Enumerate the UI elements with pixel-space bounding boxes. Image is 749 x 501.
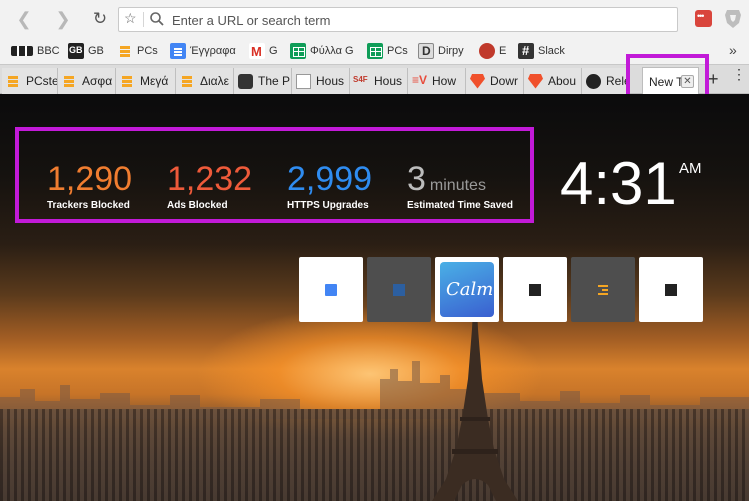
time-saved-value: 3 — [407, 160, 426, 198]
bookmarks-overflow-button[interactable]: » — [729, 42, 737, 58]
new-tab-button[interactable]: + — [708, 69, 719, 90]
page-icon — [296, 73, 311, 89]
pcs-icon — [180, 74, 195, 89]
pcs-icon — [117, 43, 133, 59]
pcs-icon — [120, 74, 135, 89]
bookmark-slack[interactable]: Slack — [518, 42, 565, 60]
brave-icon — [470, 73, 485, 89]
tab-asfaleia[interactable]: Ασφα — [58, 68, 116, 94]
plus-icon: + — [708, 69, 719, 89]
bookmark-pcs[interactable]: PCs — [117, 42, 158, 60]
reload-icon: ↻ — [92, 9, 108, 28]
bookmark-sheets[interactable]: Φύλλα G — [290, 42, 354, 60]
tab-download[interactable]: Dowr — [466, 68, 524, 94]
address-divider — [143, 12, 144, 27]
ev-icon — [412, 73, 427, 89]
gb-icon — [665, 283, 677, 296]
dirpy-icon — [418, 43, 434, 59]
tile-gb[interactable] — [503, 257, 567, 322]
bookmark-star-icon[interactable]: ☆ — [124, 10, 137, 27]
bus-icon — [238, 73, 253, 89]
tab-megalo[interactable]: Μεγά — [116, 68, 176, 94]
main-menu-button[interactable]: ⋮ — [732, 67, 746, 81]
tile-gb-2[interactable] — [639, 257, 703, 322]
ads-blocked-count: 1,232 — [167, 160, 253, 198]
tab-pcsteps[interactable]: PCste — [2, 68, 58, 94]
gb-icon — [529, 283, 541, 296]
pcs-icon — [598, 284, 608, 295]
new-tab-page: 1,290 Trackers Blocked 1,232 Ads Blocked… — [0, 94, 749, 501]
browser-toolbar: ❮ ❯ ↻ ☆ Enter a URL or search term — [0, 0, 749, 38]
slack-icon — [518, 43, 534, 59]
address-bar[interactable]: ☆ Enter a URL or search term — [118, 7, 678, 32]
calm-logo-icon: Calm — [440, 262, 494, 317]
search-icon — [150, 12, 164, 26]
https-upgrades-count: 2,999 — [287, 160, 373, 198]
tab-dialexte[interactable]: Διαλε — [176, 68, 234, 94]
tile-google-docs[interactable] — [299, 257, 363, 322]
time-saved-unit: minutes — [429, 177, 486, 194]
github-icon — [586, 73, 601, 89]
reload-button[interactable]: ↻ — [90, 9, 110, 29]
bookmark-pcs-sheet[interactable]: PCs — [367, 42, 408, 60]
brave-shields-icon[interactable] — [724, 9, 742, 29]
clock-ampm: AM — [679, 160, 702, 177]
trackers-blocked-stat: 1,290 — [47, 162, 132, 196]
bbc-icon — [11, 46, 33, 56]
tab-release[interactable]: Relea — [582, 68, 630, 94]
trackers-blocked-label: Trackers Blocked — [47, 200, 130, 211]
city-rooftops-image — [0, 409, 749, 501]
tab-the-p[interactable]: The P — [234, 68, 292, 94]
gmail-icon — [249, 43, 265, 59]
tile-calm[interactable]: Calm — [435, 257, 499, 322]
s4f-icon — [353, 74, 369, 89]
tab-hous-2[interactable]: Hous — [350, 68, 408, 94]
google-sheets-icon — [367, 43, 383, 59]
bookmark-dirpy[interactable]: Dirpy — [418, 42, 464, 60]
kebab-menu-icon: ⋮ — [732, 66, 746, 82]
bookmark-docs[interactable]: Έγγραφα — [170, 42, 236, 60]
time-saved-stat: 3 minutes — [407, 162, 486, 196]
brave-icon — [528, 73, 543, 89]
bookmark-gb[interactable]: GB — [68, 42, 104, 60]
arrow-right-icon: ❯ — [55, 9, 71, 29]
arrow-left-icon: ❮ — [16, 9, 32, 29]
time-saved-label: Estimated Time Saved — [407, 200, 513, 211]
clock-time: 4:31 — [560, 150, 677, 217]
trackers-blocked-count: 1,290 — [47, 160, 133, 198]
pcs-icon — [62, 74, 77, 89]
tab-about[interactable]: Abou — [524, 68, 582, 94]
bookmark-e[interactable]: E — [479, 42, 506, 60]
ads-blocked-label: Ads Blocked — [167, 200, 228, 211]
bookmark-gmail[interactable]: G — [249, 42, 278, 60]
forward-button[interactable]: ❯ — [53, 9, 73, 29]
tab-how[interactable]: How — [408, 68, 466, 94]
tab-hous-1[interactable]: Hous — [292, 68, 350, 94]
bookmark-bbc[interactable]: BBC — [11, 42, 60, 60]
tile-dark-site[interactable] — [367, 257, 431, 322]
google-docs-icon — [170, 43, 186, 59]
chevron-double-right-icon: » — [729, 42, 737, 58]
ads-blocked-stat: 1,232 — [167, 162, 252, 196]
back-button[interactable]: ❮ — [14, 9, 34, 29]
tile-pcs[interactable] — [571, 257, 635, 322]
site-favicon-icon — [393, 283, 405, 296]
https-upgrades-stat: 2,999 — [287, 162, 372, 196]
extension-icon[interactable] — [695, 10, 712, 27]
https-upgrades-label: HTTPS Upgrades — [287, 200, 369, 211]
google-docs-icon — [325, 283, 337, 296]
gb-icon — [68, 43, 84, 59]
e-icon — [479, 43, 495, 59]
pcs-icon — [6, 74, 21, 89]
google-sheets-icon — [290, 43, 306, 59]
url-placeholder[interactable]: Enter a URL or search term — [172, 13, 330, 28]
